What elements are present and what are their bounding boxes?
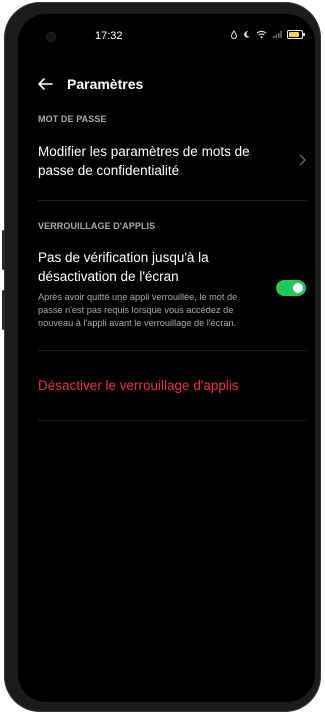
no-verification-item-desc-line2: passe n'est pas requis lorsque vous accé… [38,305,234,315]
signal-icon [273,31,282,38]
page-title: Paramètres [67,76,144,92]
drop-icon [230,30,238,39]
privacy-password-item-title-line2: passe de confidentialité [38,163,180,178]
status-icons [230,30,305,39]
toggle-knob [293,283,303,293]
power-button [2,290,5,330]
status-time: 17:32 [95,30,123,42]
divider [38,420,307,421]
status-bar: 17:32 [18,14,315,54]
section-header-password: MOT DE PASSE [38,114,107,124]
volume-button [2,230,5,270]
no-verification-item-desc-line1: Après avoir quitté une appli verrouillée… [38,292,238,302]
no-verification-item-desc-line3: nouveau à l'appli avant le verrouillage … [38,318,237,328]
no-verification-item-title-line1: Pas de vérification jusqu'à la [38,250,209,265]
battery-icon [287,30,305,39]
toolbar: Paramètres [18,70,315,98]
moon-icon [244,31,250,38]
arrow-left-icon[interactable] [36,76,54,92]
no-verification-toggle[interactable] [276,280,306,296]
front-camera [46,32,56,42]
section-header-app-lock: VERROUILLAGE D'APPLIS [38,221,156,231]
wifi-icon [256,30,267,39]
divider [38,350,307,351]
no-verification-item-title-line2: désactivation de l'écran [38,269,179,284]
chevron-right-icon [299,154,306,166]
divider [38,200,307,201]
battery-level [289,32,299,37]
screen: 17:32 Paramètres MOT DE PASSE Modifier l… [18,14,315,702]
disable-app-lock-button[interactable]: Désactiver le verrouillage d'applis [38,378,239,393]
phone-frame: 17:32 Paramètres MOT DE PASSE Modifier l… [2,2,321,712]
privacy-password-item-title-line1: Modifier les paramètres de mots de [38,144,250,159]
